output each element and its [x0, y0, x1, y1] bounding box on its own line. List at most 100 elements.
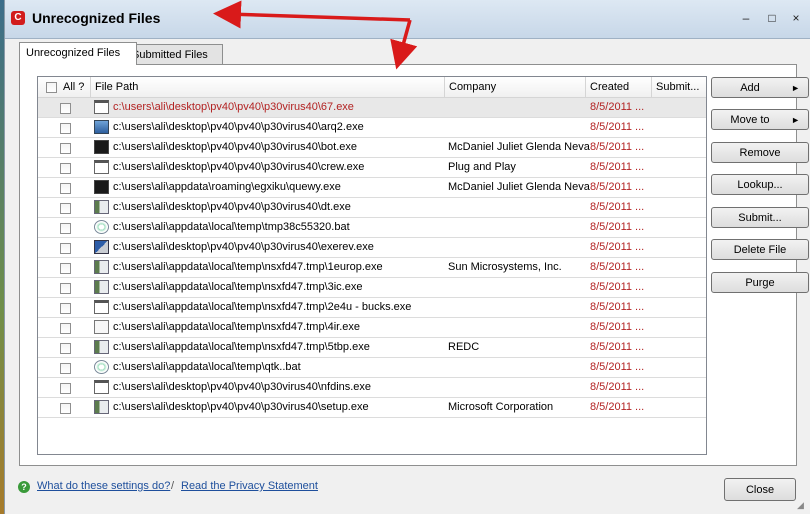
row-checkbox[interactable]	[60, 203, 71, 214]
file-path-cell: c:\users\ali\desktop\pv40\pv40\p30virus4…	[113, 201, 351, 213]
created-cell: 8/5/2011 ...	[590, 141, 645, 153]
remove-button[interactable]: Remove	[711, 142, 809, 163]
title-bar[interactable]: C Unrecognized Files – □ ×	[5, 0, 810, 39]
table-row[interactable]: c:\users\ali\appdata\local\temp\nsxfd47.…	[38, 318, 706, 338]
row-checkbox[interactable]	[60, 143, 71, 154]
submitted-column-header[interactable]: Submit...	[652, 77, 706, 97]
table-row[interactable]: c:\users\ali\appdata\local\temp\nsxfd47.…	[38, 258, 706, 278]
list-header: All ? File Path Company Created Submit..…	[38, 77, 706, 98]
window-icon	[94, 100, 109, 114]
delete-file-button[interactable]: Delete File	[711, 239, 809, 260]
app-icon	[94, 400, 109, 414]
window-icon	[94, 160, 109, 174]
submit-button[interactable]: Submit...	[711, 207, 809, 228]
file-path-cell: c:\users\ali\desktop\pv40\pv40\p30virus4…	[113, 161, 365, 173]
row-checkbox[interactable]	[60, 163, 71, 174]
settings-help-link[interactable]: What do these settings do?	[37, 480, 170, 492]
gear-icon	[94, 220, 109, 234]
add-button-label: Add	[740, 82, 760, 94]
select-all-header[interactable]: All ?	[38, 77, 91, 97]
file-path-cell: c:\users\ali\desktop\pv40\pv40\p30virus4…	[113, 141, 357, 153]
created-cell: 8/5/2011 ...	[590, 281, 645, 293]
table-row[interactable]: c:\users\ali\desktop\pv40\pv40\p30virus4…	[38, 198, 706, 218]
company-cell: Sun Microsystems, Inc.	[448, 261, 562, 273]
created-cell: 8/5/2011 ...	[590, 201, 645, 213]
help-icon: ?	[18, 481, 30, 493]
lookup-button[interactable]: Lookup...	[711, 174, 809, 195]
row-checkbox[interactable]	[60, 263, 71, 274]
row-checkbox[interactable]	[60, 343, 71, 354]
row-checkbox[interactable]	[60, 403, 71, 414]
row-checkbox[interactable]	[60, 383, 71, 394]
window-icon	[94, 380, 109, 394]
row-checkbox[interactable]	[60, 183, 71, 194]
table-row[interactable]: c:\users\ali\desktop\pv40\pv40\p30virus4…	[38, 378, 706, 398]
table-row[interactable]: c:\users\ali\appdata\local\temp\nsxfd47.…	[38, 298, 706, 318]
company-cell: McDaniel Juliet Glenda Neva	[448, 181, 590, 193]
maximize-button[interactable]: □	[764, 10, 780, 26]
company-cell: Plug and Play	[448, 161, 516, 173]
table-row[interactable]: c:\users\ali\appdata\local\temp\nsxfd47.…	[38, 338, 706, 358]
row-checkbox[interactable]	[60, 363, 71, 374]
row-checkbox[interactable]	[60, 103, 71, 114]
company-cell: McDaniel Juliet Glenda Neva	[448, 141, 590, 153]
file-path-cell: c:\users\ali\desktop\pv40\pv40\p30virus4…	[113, 401, 369, 413]
company-cell: Microsoft Corporation	[448, 401, 554, 413]
table-row[interactable]: c:\users\ali\desktop\pv40\pv40\p30virus4…	[38, 158, 706, 178]
table-row[interactable]: c:\users\ali\appdata\local\temp\nsxfd47.…	[38, 278, 706, 298]
created-cell: 8/5/2011 ...	[590, 401, 645, 413]
file-path-cell: c:\users\ali\appdata\local\temp\nsxfd47.…	[113, 281, 363, 293]
row-checkbox[interactable]	[60, 283, 71, 294]
row-checkbox[interactable]	[60, 303, 71, 314]
table-row[interactable]: c:\users\ali\desktop\pv40\pv40\p30virus4…	[38, 398, 706, 418]
file-path-column-header[interactable]: File Path	[91, 77, 445, 97]
privacy-statement-link[interactable]: Read the Privacy Statement	[181, 480, 318, 492]
row-checkbox[interactable]	[60, 243, 71, 254]
dark-app-icon	[94, 180, 109, 194]
file-path-cell: c:\users\ali\appdata\local\temp\tmp38c55…	[113, 221, 350, 233]
file-path-cell: c:\users\ali\appdata\local\temp\nsxfd47.…	[113, 301, 412, 313]
add-button[interactable]: Add ►	[711, 77, 809, 98]
row-checkbox[interactable]	[60, 223, 71, 234]
file-path-cell: c:\users\ali\desktop\pv40\pv40\p30virus4…	[113, 121, 364, 133]
company-column-header[interactable]: Company	[445, 77, 586, 97]
minimize-button[interactable]: –	[738, 10, 754, 26]
created-cell: 8/5/2011 ...	[590, 361, 645, 373]
table-row[interactable]: c:\users\ali\appdata\local\temp\qtk..bat…	[38, 358, 706, 378]
comodo-app-icon: C	[11, 11, 25, 25]
tab-submitted-files[interactable]: Submitted Files	[125, 44, 223, 65]
submenu-arrow-icon: ►	[791, 115, 800, 125]
table-row[interactable]: c:\users\ali\desktop\pv40\pv40\p30virus4…	[38, 238, 706, 258]
created-cell: 8/5/2011 ...	[590, 121, 645, 133]
created-cell: 8/5/2011 ...	[590, 341, 645, 353]
table-row[interactable]: c:\users\ali\desktop\pv40\pv40\p30virus4…	[38, 118, 706, 138]
purge-button[interactable]: Purge	[711, 272, 809, 293]
file-path-cell: c:\users\ali\appdata\local\temp\nsxfd47.…	[113, 261, 383, 273]
gear-icon	[94, 360, 109, 374]
files-list[interactable]: All ? File Path Company Created Submit..…	[37, 76, 707, 455]
created-cell: 8/5/2011 ...	[590, 241, 645, 253]
select-all-checkbox[interactable]	[46, 81, 57, 93]
table-row[interactable]: c:\users\ali\appdata\roaming\egxiku\quew…	[38, 178, 706, 198]
created-cell: 8/5/2011 ...	[590, 181, 645, 193]
row-checkbox[interactable]	[60, 123, 71, 134]
table-row[interactable]: c:\users\ali\desktop\pv40\pv40\p30virus4…	[38, 138, 706, 158]
created-cell: 8/5/2011 ...	[590, 301, 645, 313]
row-checkbox[interactable]	[60, 323, 71, 334]
resize-grip-icon[interactable]: ◢	[797, 500, 807, 510]
link-separator: /	[171, 480, 175, 492]
file-path-cell: c:\users\ali\appdata\local\temp\nsxfd47.…	[113, 341, 370, 353]
app-icon	[94, 260, 109, 274]
close-window-button[interactable]: ×	[788, 10, 804, 26]
file-path-cell: c:\users\ali\desktop\pv40\pv40\p30virus4…	[113, 101, 354, 113]
close-button[interactable]: Close	[724, 478, 796, 501]
list-rows: c:\users\ali\desktop\pv40\pv40\p30virus4…	[38, 98, 706, 418]
created-column-header[interactable]: Created	[586, 77, 652, 97]
table-row[interactable]: c:\users\ali\desktop\pv40\pv40\p30virus4…	[38, 98, 706, 118]
table-row[interactable]: c:\users\ali\appdata\local\temp\tmp38c55…	[38, 218, 706, 238]
window-title: Unrecognized Files	[32, 10, 161, 26]
app-icon	[94, 200, 109, 214]
file-path-cell: c:\users\ali\desktop\pv40\pv40\p30virus4…	[113, 381, 372, 393]
move-to-button[interactable]: Move to ►	[711, 109, 809, 130]
tab-unrecognized-files[interactable]: Unrecognized Files	[19, 42, 137, 65]
